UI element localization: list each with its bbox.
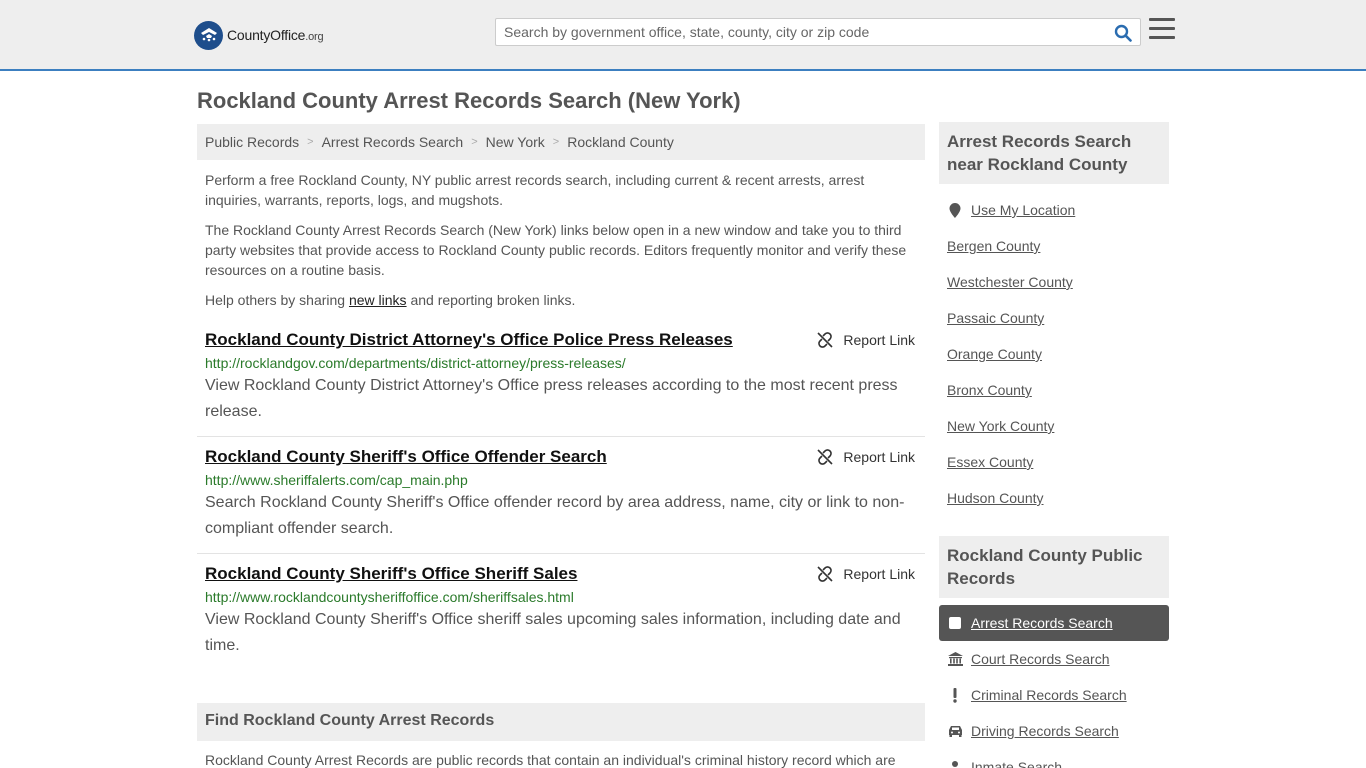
courthouse-icon	[947, 652, 963, 666]
page-title: Rockland County Arrest Records Search (N…	[197, 88, 741, 113]
nearby-county-link[interactable]: Essex County	[939, 444, 1169, 480]
record-title-link[interactable]: Rockland County Sheriff's Office Sheriff…	[205, 564, 917, 584]
sidebar-item-driving-records[interactable]: Driving Records Search	[939, 713, 1169, 749]
record-item: Rockland County Sheriff's Office Offende…	[197, 447, 925, 554]
search-input[interactable]	[496, 19, 1106, 45]
nearby-heading: Arrest Records Search near Rockland Coun…	[939, 122, 1169, 184]
broken-link-icon	[817, 332, 833, 348]
nearby-list: Use My Location Bergen County Westcheste…	[939, 192, 1169, 516]
use-my-location-link[interactable]: Use My Location	[939, 192, 1169, 228]
square-icon	[947, 617, 963, 629]
nearby-county-link[interactable]: Westchester County	[939, 264, 1169, 300]
breadcrumb-rockland-county[interactable]: Rockland County	[567, 134, 674, 150]
sidebar-item-inmate-search[interactable]: Inmate Search	[939, 749, 1169, 768]
broken-link-icon	[817, 449, 833, 465]
car-icon	[947, 725, 963, 737]
logo-text: CountyOffice.org	[227, 27, 324, 43]
broken-link-icon	[817, 566, 833, 582]
logo-seal-icon	[194, 20, 223, 50]
breadcrumb-separator-icon: >	[471, 136, 478, 148]
search-bar	[495, 18, 1141, 46]
breadcrumb: Public Records > Arrest Records Search >…	[197, 124, 925, 160]
record-url[interactable]: http://www.rocklandcountysheriffoffice.c…	[205, 588, 917, 606]
exclamation-icon	[947, 687, 963, 703]
report-link-button[interactable]: Report Link	[817, 332, 915, 348]
nearby-county-link[interactable]: New York County	[939, 408, 1169, 444]
nearby-county-link[interactable]: Bergen County	[939, 228, 1169, 264]
public-records-list: Arrest Records Search Court Records Sear…	[939, 605, 1169, 768]
record-description: Search Rockland County Sheriff's Office …	[205, 494, 905, 537]
hamburger-menu-icon[interactable]	[1149, 18, 1175, 42]
record-item: Rockland County District Attorney's Offi…	[197, 330, 925, 437]
map-pin-icon	[947, 202, 963, 218]
disclaimer-paragraph: The Rockland County Arrest Records Searc…	[205, 222, 907, 278]
report-link-button[interactable]: Report Link	[817, 566, 915, 582]
report-link-button[interactable]: Report Link	[817, 449, 915, 465]
nearby-county-link[interactable]: Passaic County	[939, 300, 1169, 336]
search-icon[interactable]	[1112, 22, 1134, 44]
record-description: View Rockland County District Attorney's…	[205, 377, 898, 420]
public-records-heading: Rockland County Public Records	[939, 536, 1169, 598]
breadcrumb-separator-icon: >	[552, 136, 560, 148]
record-title-link[interactable]: Rockland County Sheriff's Office Offende…	[205, 447, 917, 467]
site-logo[interactable]: CountyOffice.org	[194, 20, 324, 50]
find-records-heading: Find Rockland County Arrest Records	[197, 703, 925, 741]
record-title-link[interactable]: Rockland County District Attorney's Offi…	[205, 330, 917, 350]
record-description: View Rockland County Sheriff's Office sh…	[205, 611, 901, 654]
breadcrumb-arrest-records[interactable]: Arrest Records Search	[322, 134, 464, 150]
intro-paragraph: Perform a free Rockland County, NY publi…	[205, 172, 865, 208]
inmate-icon	[947, 760, 963, 768]
site-header: CountyOffice.org	[0, 0, 1366, 71]
new-links-link[interactable]: new links	[349, 292, 407, 308]
record-url[interactable]: http://www.sheriffalerts.com/cap_main.ph…	[205, 471, 917, 489]
breadcrumb-separator-icon: >	[307, 136, 314, 148]
record-url[interactable]: http://rocklandgov.com/departments/distr…	[205, 354, 917, 372]
nearby-county-link[interactable]: Orange County	[939, 336, 1169, 372]
sidebar-item-arrest-records[interactable]: Arrest Records Search	[939, 605, 1169, 641]
breadcrumb-public-records[interactable]: Public Records	[205, 134, 299, 150]
sidebar-item-court-records[interactable]: Court Records Search	[939, 641, 1169, 677]
breadcrumb-new-york[interactable]: New York	[486, 134, 545, 150]
share-links-paragraph: Help others by sharing new links and rep…	[205, 292, 576, 308]
sidebar-item-criminal-records[interactable]: Criminal Records Search	[939, 677, 1169, 713]
nearby-county-link[interactable]: Bronx County	[939, 372, 1169, 408]
nearby-county-link[interactable]: Hudson County	[939, 480, 1169, 516]
find-records-text: Rockland County Arrest Records are publi…	[205, 752, 896, 768]
record-item: Rockland County Sheriff's Office Sheriff…	[197, 564, 925, 671]
